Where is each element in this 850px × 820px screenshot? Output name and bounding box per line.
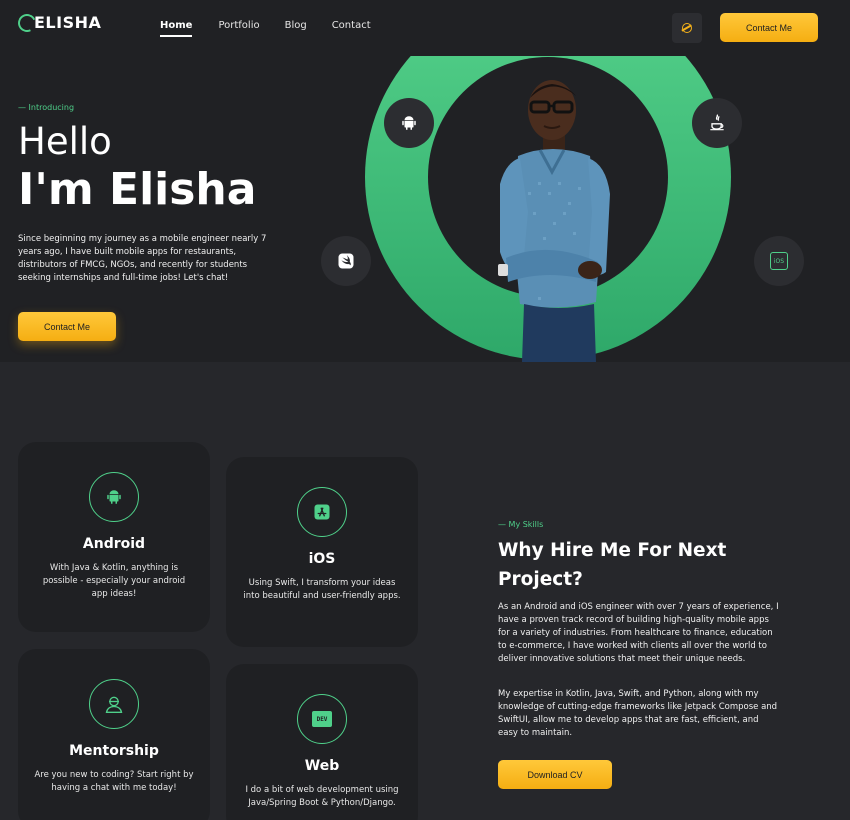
app-store-icon-circle	[297, 487, 347, 537]
service-card-android: Android With Java & Kotlin, anything is …	[18, 442, 210, 632]
hero-eyebrow: — Introducing	[18, 103, 75, 112]
java-icon	[710, 114, 724, 131]
dev-icon: DEV	[312, 711, 332, 727]
card-title: Web	[304, 758, 340, 774]
skills-eyebrow: — My Skills	[498, 520, 544, 529]
hero-greeting: Hello	[18, 120, 112, 163]
dev-icon-circle: DEV	[297, 694, 347, 744]
hero-section: — Introducing Hello I'm Elisha Since beg…	[0, 56, 850, 362]
service-card-mentorship: Mentorship Are you new to coding? Start …	[18, 649, 210, 820]
android-icon	[402, 116, 416, 130]
card-description: I do a bit of web development using Java…	[245, 785, 399, 808]
app-store-icon	[314, 504, 330, 520]
card-title: Android	[82, 536, 146, 552]
logo[interactable]: ELISHA	[15, 10, 102, 35]
card-description: With Java & Kotlin, anything is possible…	[42, 563, 186, 599]
card-description: Are you new to coding? Start right by ha…	[34, 770, 194, 793]
service-card-ios: iOS Using Swift, I transform your ideas …	[226, 457, 418, 647]
mentor-icon-circle	[89, 679, 139, 729]
ios-badge-label: iOS	[773, 257, 785, 265]
dribbble-icon	[682, 23, 692, 33]
nav-contact[interactable]: Contact	[332, 20, 371, 31]
card-title: iOS	[308, 551, 336, 567]
logo-text: ELISHA	[34, 13, 102, 32]
service-card-web: DEV Web I do a bit of web development us…	[226, 664, 418, 820]
hero-android-badge	[384, 98, 434, 148]
hero-contact-button[interactable]: Contact Me	[18, 312, 116, 341]
hero-java-badge	[692, 98, 742, 148]
swift-icon	[338, 253, 354, 269]
dribbble-button[interactable]	[672, 13, 702, 43]
card-title: Mentorship	[69, 743, 159, 759]
hero-swift-badge	[321, 236, 371, 286]
android-icon-circle	[89, 472, 139, 522]
mentor-icon	[105, 696, 123, 713]
profile-photo	[498, 80, 610, 362]
hero-name: I'm Elisha	[18, 164, 257, 215]
header-contact-button[interactable]: Contact Me	[720, 13, 818, 42]
nav-portfolio[interactable]: Portfolio	[218, 20, 259, 31]
hero-ios-badge: iOS	[754, 236, 804, 286]
android-icon	[107, 490, 121, 504]
nav-home[interactable]: Home	[160, 20, 193, 37]
main-nav: Home Portfolio Blog Contact	[160, 20, 371, 37]
card-description: Using Swift, I transform your ideas into…	[243, 578, 401, 601]
download-cv-button[interactable]: Download CV	[498, 760, 612, 789]
dev-badge-label: DEV	[316, 715, 328, 723]
skills-title: Why Hire Me For Next Project?	[498, 540, 727, 590]
skills-paragraph-2: My expertise in Kotlin, Java, Swift, and…	[498, 689, 778, 738]
nav-blog[interactable]: Blog	[285, 20, 307, 31]
skills-paragraph-1: As an Android and iOS engineer with over…	[498, 602, 779, 664]
ios-icon: iOS	[770, 252, 788, 270]
site-header: ELISHA Home Portfolio Blog Contact Conta…	[0, 0, 850, 56]
hero-bio: Since beginning my journey as a mobile e…	[18, 234, 267, 283]
